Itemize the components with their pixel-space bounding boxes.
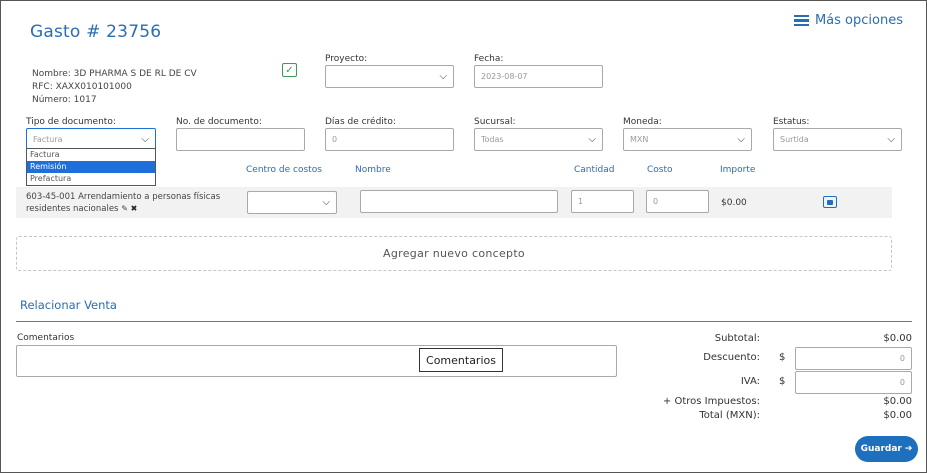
chevron-down-icon: ⌵ — [887, 133, 895, 145]
proyecto-label: Proyecto: — [325, 54, 368, 64]
more-options-label: Más opciones — [814, 13, 903, 28]
edit-icon[interactable]: ✎ — [121, 204, 128, 213]
proyecto-select[interactable]: ⌵ — [325, 65, 454, 88]
nombre-input[interactable] — [360, 190, 558, 213]
header-cantidad: Cantidad — [574, 165, 615, 175]
divider — [16, 321, 912, 322]
estatus-label: Estatus: — [773, 117, 810, 127]
total-label: Total (MXN): — [699, 410, 760, 421]
no-documento-input[interactable] — [176, 128, 305, 151]
fecha-input[interactable]: 2023-08-07 — [474, 65, 603, 88]
importe-value: $0.00 — [721, 198, 747, 208]
chevron-down-icon: ⌵ — [439, 70, 447, 82]
relacionar-venta-link[interactable]: Relacionar Venta — [20, 298, 117, 312]
no-documento-label: No. de documento: — [176, 117, 262, 127]
descuento-label: Descuento: — [703, 352, 760, 363]
fecha-label: Fecha: — [474, 54, 504, 64]
centro-costos-select[interactable]: ⌵ — [247, 191, 337, 214]
close-icon[interactable]: ✖ — [131, 204, 138, 213]
dropdown-option-remision[interactable]: Remisión — [27, 161, 155, 173]
otros-impuestos-label: + Otros Impuestos: — [662, 396, 760, 407]
more-options-button[interactable]: Más opciones — [793, 13, 903, 28]
tipo-documento-dropdown: Factura Remisión Prefactura — [26, 148, 156, 186]
iva-currency: $ — [779, 376, 786, 387]
concept-description: 603-45-001 Arrendamiento a personas físi… — [26, 192, 221, 214]
otros-impuestos-value: $0.00 — [883, 396, 912, 407]
add-concept-button[interactable]: Agregar nuevo concepto — [16, 236, 892, 271]
sucursal-select[interactable]: Todas ⌵ — [474, 128, 603, 151]
sucursal-label: Sucursal: — [474, 117, 516, 127]
header-costo: Costo — [647, 165, 673, 175]
chevron-down-icon: ⌵ — [322, 196, 330, 208]
descuento-currency: $ — [779, 352, 786, 363]
menu-icon — [793, 14, 809, 27]
comentarios-tooltip: Comentarios — [419, 348, 503, 372]
moneda-label: Moneda: — [623, 117, 662, 127]
iva-label: IVA: — [740, 376, 760, 387]
header-importe: Importe — [720, 165, 756, 175]
provider-info: Nombre: 3D PHARMA S DE RL DE CV RFC: XAX… — [32, 68, 197, 107]
provider-rfc: RFC: XAXX010101000 — [32, 82, 132, 92]
total-value: $0.00 — [883, 410, 912, 421]
descuento-input[interactable]: 0 — [795, 347, 912, 370]
header-nombre: Nombre — [355, 165, 391, 175]
provider-checkbox[interactable]: ✓ — [282, 63, 297, 77]
comentarios-textarea[interactable] — [16, 345, 617, 377]
save-button[interactable]: Guardar ➔ — [855, 436, 918, 462]
tag-icon[interactable] — [823, 196, 837, 208]
chevron-down-icon: ⌵ — [588, 133, 596, 145]
arrow-right-icon: ➔ — [904, 444, 913, 454]
provider-number: Número: 1017 — [32, 95, 97, 105]
chevron-down-icon: ⌵ — [141, 133, 149, 145]
dias-credito-input[interactable]: 0 — [325, 128, 454, 151]
comentarios-label: Comentarios — [17, 333, 75, 343]
dropdown-option-factura[interactable]: Factura — [27, 149, 155, 161]
chevron-down-icon: ⌵ — [737, 133, 745, 145]
moneda-select[interactable]: MXN ⌵ — [623, 128, 752, 151]
dropdown-option-prefactura[interactable]: Prefactura — [27, 173, 155, 185]
page-title: Gasto # 23756 — [30, 22, 162, 42]
subtotal-label: Subtotal: — [714, 333, 760, 344]
check-icon: ✓ — [285, 64, 294, 76]
estatus-select[interactable]: Surtida ⌵ — [773, 128, 902, 151]
provider-name: Nombre: 3D PHARMA S DE RL DE CV — [32, 69, 197, 79]
iva-input[interactable]: 0 — [795, 371, 912, 394]
header-centro-costos: Centro de costos — [246, 165, 322, 175]
costo-input[interactable]: 0 — [646, 190, 709, 213]
cantidad-input[interactable]: 1 — [571, 190, 634, 213]
subtotal-value: $0.00 — [883, 333, 912, 344]
dias-credito-label: Días de crédito: — [325, 117, 396, 127]
tipo-documento-label: Tipo de documento: — [26, 117, 116, 127]
